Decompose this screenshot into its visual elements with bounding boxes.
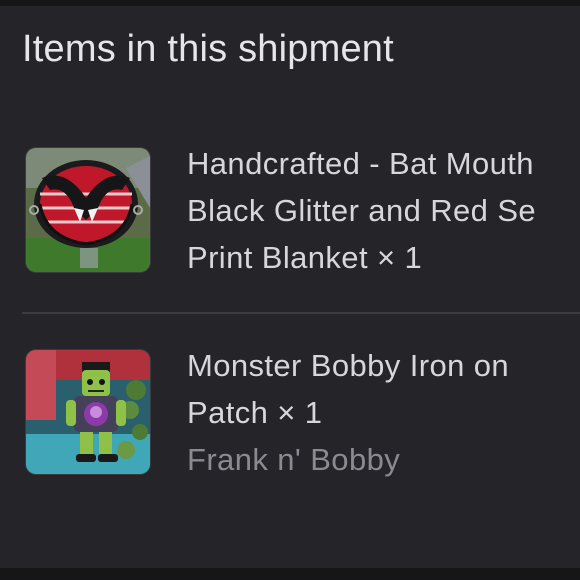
item-title-line: Print Blanket × 1: [187, 240, 423, 275]
item-title-line: Monster Bobby Iron on: [187, 348, 510, 383]
bat-mouth-suncatcher-image: [26, 148, 150, 272]
item-title-line: Black Glitter and Red Se: [187, 193, 537, 228]
item-seller: Frank n' Bobby: [187, 442, 401, 477]
section-title: Items in this shipment: [22, 28, 394, 70]
shipment-item[interactable]: Monster Bobby Iron on Patch × 1 Frank n'…: [0, 348, 580, 490]
item-title-line: Patch × 1: [187, 395, 323, 430]
item-title-line: Handcrafted - Bat Mouth: [187, 146, 534, 181]
shipment-screen: Items in this shipment Handcrafted - Bat…: [0, 0, 580, 580]
item-thumbnail[interactable]: [26, 148, 150, 272]
bottom-edge: [0, 568, 580, 580]
item-divider: [22, 312, 580, 314]
top-edge: [0, 0, 580, 6]
shipment-item[interactable]: Handcrafted - Bat Mouth Black Glitter an…: [0, 146, 580, 298]
item-details[interactable]: Handcrafted - Bat Mouth Black Glitter an…: [187, 140, 580, 281]
monster-bobby-patch-image: [26, 350, 150, 474]
item-thumbnail[interactable]: [26, 350, 150, 474]
item-details[interactable]: Monster Bobby Iron on Patch × 1 Frank n'…: [187, 342, 580, 483]
